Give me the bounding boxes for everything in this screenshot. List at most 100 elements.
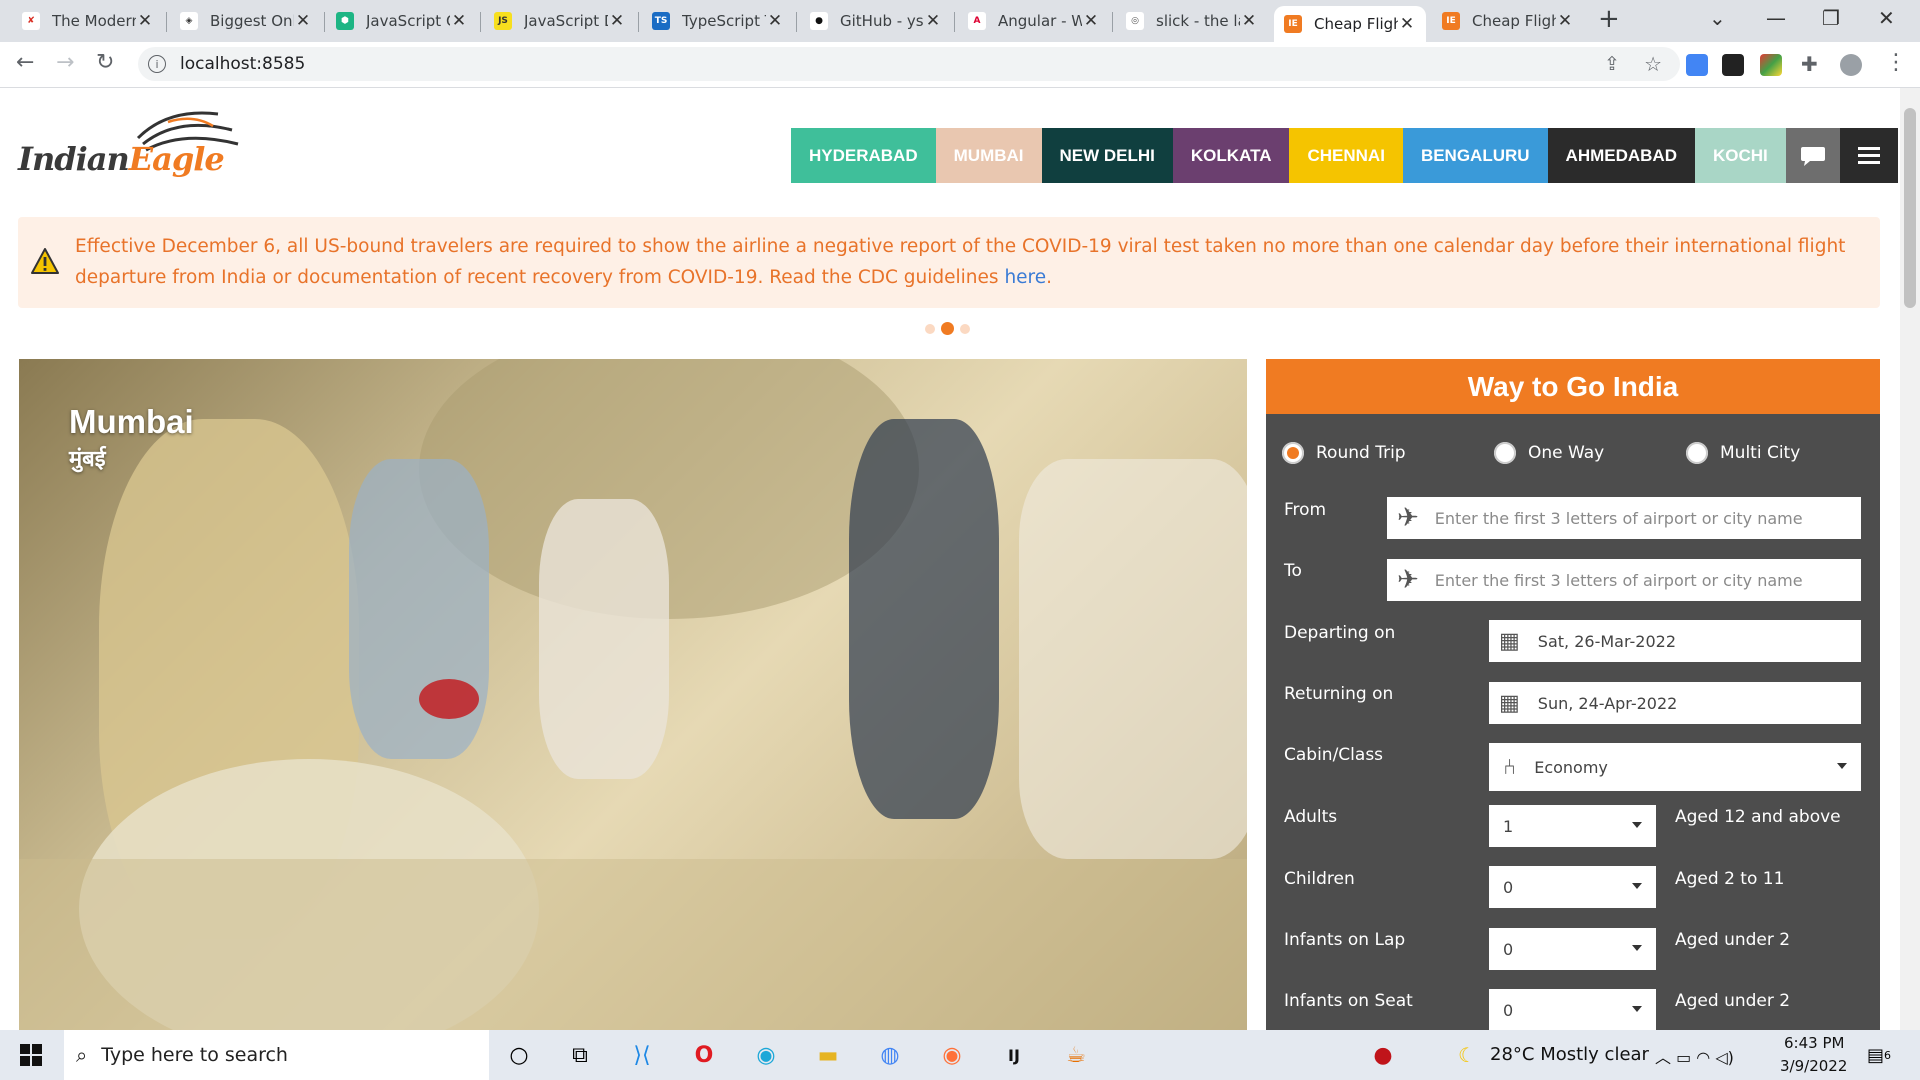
minimize-button[interactable]: — xyxy=(1766,6,1786,30)
url-bar[interactable]: i localhost:8585 ⇪ ☆ xyxy=(138,47,1680,81)
browser-menu-icon[interactable]: ⋮ xyxy=(1885,50,1907,75)
tab-favicon-icon: ✘ xyxy=(22,12,40,30)
city-nav-mumbai[interactable]: MUMBAI xyxy=(935,128,1042,183)
tab-favicon-icon: ◈ xyxy=(180,12,198,30)
file-explorer-icon[interactable]: ▬ xyxy=(813,1040,843,1070)
covid-alert-banner: Effective December 6, all US-bound trave… xyxy=(18,217,1880,308)
close-tab-icon[interactable]: ✕ xyxy=(450,11,468,31)
browser-tab[interactable]: ⬢ JavaScript C ✕ xyxy=(326,4,478,38)
browser-tab[interactable]: IE Cheap Fligh ✕ xyxy=(1274,6,1426,42)
departing-label: Departing on xyxy=(1284,623,1396,643)
trip-one-way-radio[interactable]: One Way xyxy=(1494,442,1604,464)
site-info-icon[interactable]: i xyxy=(148,55,166,73)
browser-tab[interactable]: TS TypeScript T ✕ xyxy=(642,4,794,38)
tab-search-icon[interactable]: ⌄ xyxy=(1709,6,1726,30)
forward-icon[interactable]: → xyxy=(56,50,74,75)
intellij-icon[interactable]: IJ xyxy=(999,1040,1029,1070)
reload-icon[interactable]: ↻ xyxy=(96,50,114,75)
system-tray-icons[interactable]: ︿ ▭ ◠ ◁) xyxy=(1655,1044,1734,1068)
chat-icon[interactable] xyxy=(1785,128,1840,183)
from-airport-input[interactable]: ✈ Enter the first 3 letters of airport o… xyxy=(1387,497,1861,539)
close-tab-icon[interactable]: ✕ xyxy=(924,11,942,31)
browser-tab[interactable]: JS JavaScript D ✕ xyxy=(484,4,636,38)
city-nav-kolkata[interactable]: KOLKATA xyxy=(1172,128,1290,183)
browser-tab[interactable]: ◎ slick - the la ✕ xyxy=(1116,4,1268,38)
tab-title: JavaScript C xyxy=(366,12,450,30)
notifications-icon[interactable]: ▤ 6 xyxy=(1864,1040,1894,1070)
cabin-class-select[interactable]: ⑃ Economy xyxy=(1489,743,1861,791)
departing-date-input[interactable]: ▦ Sat, 26-Mar-2022 xyxy=(1489,620,1861,662)
clock-time[interactable]: 6:43 PM xyxy=(1784,1034,1844,1052)
close-tab-icon[interactable]: ✕ xyxy=(1556,11,1574,31)
trip-round-trip-radio[interactable]: Round Trip xyxy=(1282,442,1406,464)
carousel-dot-active[interactable] xyxy=(941,322,954,335)
cortana-icon[interactable]: ○ xyxy=(504,1040,534,1070)
new-tab-button[interactable]: + xyxy=(1598,4,1620,34)
close-tab-icon[interactable]: ✕ xyxy=(136,11,154,31)
city-nav-new-delhi[interactable]: NEW DELHI xyxy=(1041,128,1173,183)
close-tab-icon[interactable]: ✕ xyxy=(766,11,784,31)
search-icon: ⌕ xyxy=(76,1043,88,1067)
tab-title: Cheap Fligh xyxy=(1472,12,1556,30)
tab-title: Cheap Fligh xyxy=(1314,15,1398,33)
taskbar-search-box[interactable]: ⌕ Type here to search xyxy=(64,1030,489,1080)
edge-icon[interactable]: ◉ xyxy=(751,1040,781,1070)
tab-title: GitHub - ys xyxy=(840,12,924,30)
tab-title: Biggest Onl xyxy=(210,12,294,30)
carousel-dot[interactable] xyxy=(960,323,970,334)
tab-favicon-icon: ◎ xyxy=(1126,12,1144,30)
trip-multi-city-radio[interactable]: Multi City xyxy=(1686,442,1800,464)
tab-favicon-icon: IE xyxy=(1442,12,1460,30)
close-tab-icon[interactable]: ✕ xyxy=(1398,14,1416,34)
windows-start-icon[interactable] xyxy=(16,1040,46,1070)
adults-select[interactable]: 1 xyxy=(1489,805,1656,847)
page-scrollbar[interactable] xyxy=(1900,88,1920,1030)
browser-tab[interactable]: ✘ The Modern ✕ xyxy=(12,4,164,38)
carousel-dot[interactable] xyxy=(925,323,935,334)
browser-tab[interactable]: IE Cheap Fligh ✕ xyxy=(1432,4,1584,38)
chrome-icon[interactable]: ◍ xyxy=(875,1040,905,1070)
tab-favicon-icon: TS xyxy=(652,12,670,30)
color-extension-icon[interactable] xyxy=(1760,54,1782,76)
cdc-guidelines-link[interactable]: here xyxy=(1004,267,1046,288)
clock-date[interactable]: 3/9/2022 xyxy=(1780,1057,1847,1075)
back-icon[interactable]: ← xyxy=(16,50,34,75)
translate-extension-icon[interactable] xyxy=(1686,54,1708,76)
infants-lap-select[interactable]: 0 xyxy=(1489,928,1656,970)
from-label: From xyxy=(1284,500,1327,520)
bookmark-star-icon[interactable]: ☆ xyxy=(1644,52,1662,76)
city-nav-ahmedabad[interactable]: AHMEDABAD xyxy=(1547,128,1695,183)
security-tray-icon[interactable]: ● xyxy=(1368,1040,1398,1070)
search-extension-icon[interactable] xyxy=(1722,54,1744,76)
close-tab-icon[interactable]: ✕ xyxy=(294,11,312,31)
tab-favicon-icon: ● xyxy=(810,12,828,30)
task-view-icon[interactable]: ⧉ xyxy=(565,1040,595,1070)
close-tab-icon[interactable]: ✕ xyxy=(1082,11,1100,31)
close-window-button[interactable]: ✕ xyxy=(1878,6,1895,30)
extensions-puzzle-icon[interactable]: ✚ xyxy=(1801,52,1818,76)
close-tab-icon[interactable]: ✕ xyxy=(608,11,626,31)
firefox-icon[interactable]: ◉ xyxy=(937,1040,967,1070)
hamburger-menu-icon[interactable] xyxy=(1839,128,1898,183)
city-nav-chennai[interactable]: CHENNAI xyxy=(1289,128,1403,183)
java-icon[interactable]: ☕ xyxy=(1061,1040,1091,1070)
browser-tab[interactable]: ◈ Biggest Onl ✕ xyxy=(170,4,322,38)
browser-tab[interactable]: ● GitHub - ys ✕ xyxy=(800,4,952,38)
close-tab-icon[interactable]: ✕ xyxy=(1240,11,1258,31)
vscode-icon[interactable]: ⟩⟨ xyxy=(627,1040,657,1070)
url-text[interactable]: localhost:8585 xyxy=(180,54,305,74)
opera-icon[interactable]: O xyxy=(689,1040,719,1070)
indian-eagle-logo[interactable]: IndianEagle xyxy=(18,110,258,190)
to-airport-input[interactable]: ✈ Enter the first 3 letters of airport o… xyxy=(1387,559,1861,601)
share-icon[interactable]: ⇪ xyxy=(1604,53,1620,75)
profile-avatar-icon[interactable] xyxy=(1840,54,1862,76)
browser-tab[interactable]: A Angular - W ✕ xyxy=(958,4,1110,38)
city-nav-kochi[interactable]: KOCHI xyxy=(1695,128,1786,183)
children-select[interactable]: 0 xyxy=(1489,866,1656,908)
weather-text[interactable]: 28°C Mostly clear xyxy=(1490,1044,1649,1065)
city-nav-bengaluru[interactable]: BENGALURU xyxy=(1402,128,1548,183)
returning-date-input[interactable]: ▦ Sun, 24-Apr-2022 xyxy=(1489,682,1861,724)
maximize-button[interactable]: ❐ xyxy=(1822,6,1840,30)
infants-seat-select[interactable]: 0 xyxy=(1489,989,1656,1030)
city-nav-hyderabad[interactable]: HYDERABAD xyxy=(791,128,936,183)
